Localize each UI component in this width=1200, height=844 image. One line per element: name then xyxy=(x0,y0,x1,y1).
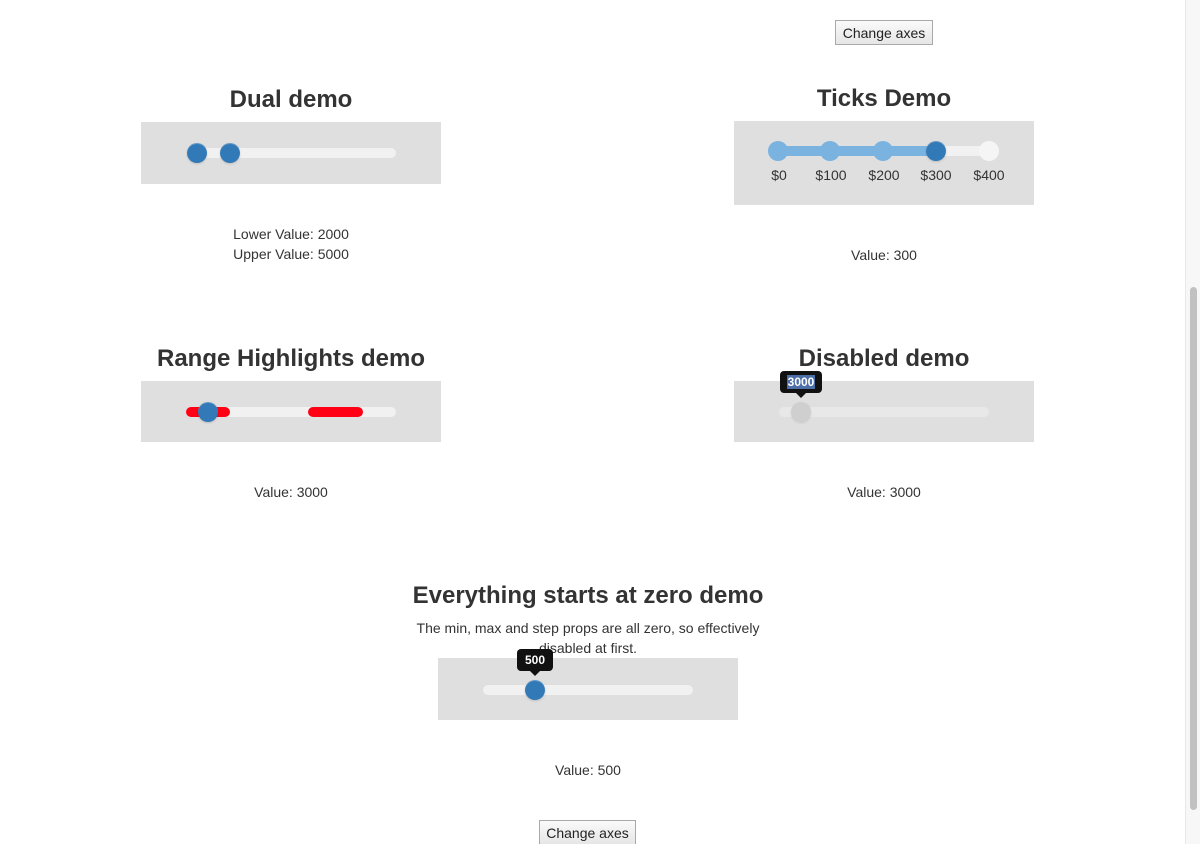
tick-label: $400 xyxy=(973,167,1005,183)
range-slider-handle[interactable] xyxy=(198,402,218,422)
range-highlights-demo-title: Range Highlights demo xyxy=(156,345,425,372)
zero-slider-tooltip: 500 xyxy=(517,649,553,676)
ticks-value-text: Value: 300 xyxy=(851,247,917,263)
zero-demo-panel xyxy=(438,658,738,720)
tick-mark-200 xyxy=(873,141,893,161)
dual-lower-value-text: Lower Value: 2000 xyxy=(233,226,349,242)
disabled-demo-panel xyxy=(734,381,1034,442)
ticks-demo-title: Ticks Demo xyxy=(816,85,952,112)
ticks-slider-handle[interactable] xyxy=(926,141,946,161)
dual-demo-title: Dual demo xyxy=(229,86,353,113)
tick-mark-100 xyxy=(820,141,840,161)
tick-label: $0 xyxy=(771,167,787,183)
dual-upper-value-text: Upper Value: 5000 xyxy=(233,246,349,262)
dual-lower-handle[interactable] xyxy=(187,143,207,163)
tick-mark-0 xyxy=(768,141,788,161)
dual-upper-handle[interactable] xyxy=(220,143,240,163)
zero-slider-handle[interactable] xyxy=(525,680,545,700)
zero-demo-description: The min, max and step props are all zero… xyxy=(416,620,760,656)
zero-slider-track[interactable] xyxy=(483,685,693,695)
ticks-demo-panel: $0 $100 $200 $300 $400 xyxy=(734,121,1034,205)
change-axes-button-top[interactable]: Change axes xyxy=(835,20,933,45)
disabled-value-text: Value: 3000 xyxy=(847,484,921,500)
range-value-text: Value: 3000 xyxy=(254,484,328,500)
page: Change axes Dual demo Lower Value: 2000 … xyxy=(0,0,1200,844)
zero-value-text: Value: 500 xyxy=(555,762,621,778)
disabled-demo-title: Disabled demo xyxy=(798,345,970,372)
tick-label: $100 xyxy=(815,167,847,183)
range-highlight-2 xyxy=(308,407,363,417)
tick-label: $300 xyxy=(920,167,952,183)
tick-mark-400 xyxy=(979,141,999,161)
range-highlights-demo-panel xyxy=(141,381,441,442)
page-scrollbar[interactable] xyxy=(1185,0,1200,844)
ticks-slider-selection xyxy=(779,146,937,156)
scrollbar-thumb[interactable] xyxy=(1190,287,1197,810)
disabled-slider-tooltip: 3000 xyxy=(780,371,822,398)
dual-demo-panel xyxy=(141,122,441,184)
tick-label: $200 xyxy=(868,167,900,183)
zero-demo-title: Everything starts at zero demo xyxy=(412,582,764,609)
disabled-slider-handle xyxy=(791,402,811,422)
tooltip-value: 3000 xyxy=(786,375,816,389)
dual-slider-track[interactable] xyxy=(187,148,396,158)
change-axes-button-bottom[interactable]: Change axes xyxy=(539,820,636,844)
